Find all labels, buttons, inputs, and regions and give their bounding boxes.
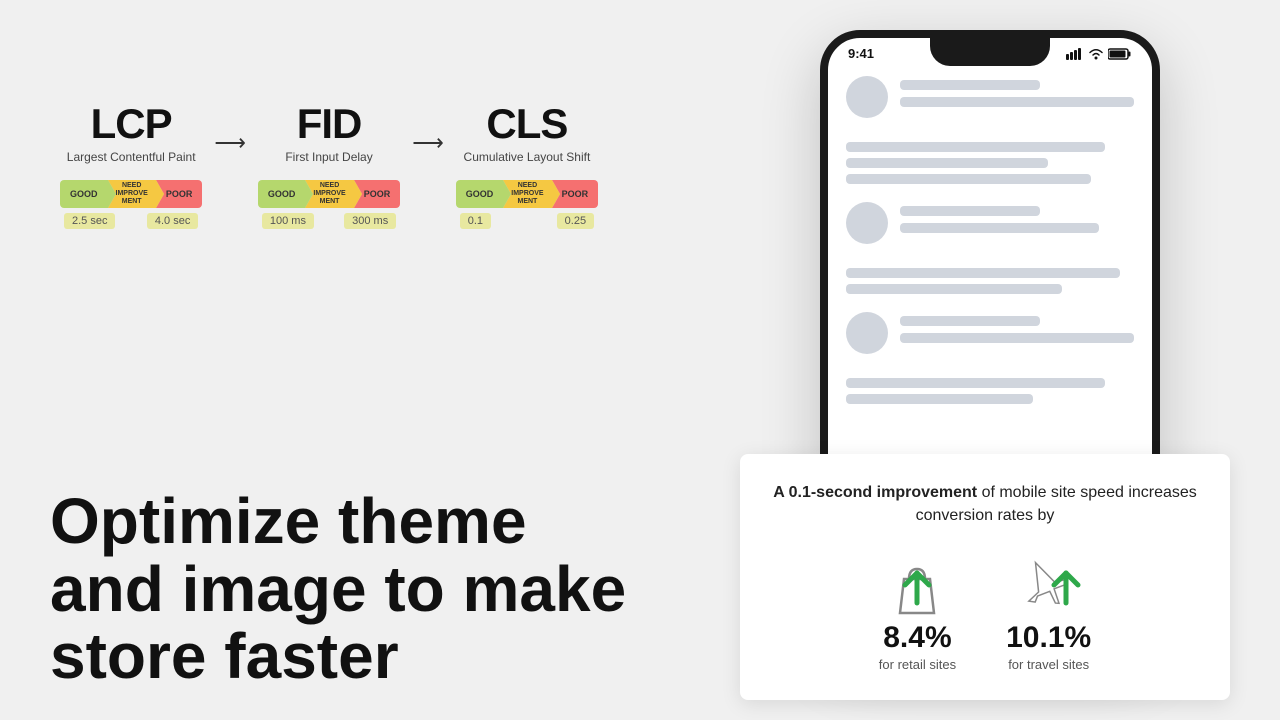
fid-abbr: FID bbox=[297, 100, 362, 148]
skeleton-lines-2 bbox=[900, 206, 1134, 240]
travel-label: for travel sites bbox=[1008, 657, 1089, 672]
lcp-threshold-1: 2.5 sec bbox=[64, 213, 115, 229]
lcp-name: Largest Contentful Paint bbox=[67, 150, 196, 164]
phone-time: 9:41 bbox=[848, 46, 874, 61]
lcp-good: GOOD bbox=[60, 180, 108, 208]
travel-stat: 10.1% for travel sites bbox=[1006, 551, 1091, 672]
skeleton-block bbox=[846, 158, 1048, 168]
skeleton-block bbox=[846, 174, 1091, 184]
skeleton-line bbox=[900, 206, 1040, 216]
skeleton-line bbox=[900, 333, 1134, 343]
right-section: 9:41 bbox=[740, 0, 1240, 720]
signal-icon bbox=[1066, 48, 1084, 60]
skeleton-avatar-1 bbox=[846, 76, 888, 118]
page-headline: Optimize theme and image to make store f… bbox=[50, 488, 650, 690]
phone-content bbox=[828, 61, 1152, 437]
skeleton-lines-1 bbox=[900, 80, 1134, 114]
info-title-bold: A 0.1-second improvement bbox=[773, 484, 977, 501]
airplane-icon bbox=[1014, 551, 1084, 621]
skeleton-avatar-3 bbox=[846, 312, 888, 354]
skeleton-item-1 bbox=[846, 76, 1134, 118]
retail-stat: 8.4% for retail sites bbox=[879, 551, 956, 672]
status-icons bbox=[1066, 48, 1132, 60]
info-stats: 8.4% for retail sites 10.1% for travel s… bbox=[770, 551, 1200, 672]
cls-good: GOOD bbox=[456, 180, 504, 208]
lcp-thresholds: 2.5 sec 4.0 sec bbox=[60, 213, 202, 229]
cls-name: Cumulative Layout Shift bbox=[464, 150, 591, 164]
metrics-row: LCP Largest Contentful Paint GOOD NEEDIM… bbox=[60, 100, 680, 229]
info-card: A 0.1-second improvement of mobile site … bbox=[740, 454, 1230, 700]
fid-good: GOOD bbox=[258, 180, 306, 208]
skeleton-item-3 bbox=[846, 312, 1134, 354]
lcp-metric: LCP Largest Contentful Paint GOOD NEEDIM… bbox=[60, 100, 202, 229]
fid-threshold-2: 300 ms bbox=[344, 213, 396, 229]
cls-metric: CLS Cumulative Layout Shift GOOD NEEDIMP… bbox=[456, 100, 598, 229]
cwv-diagram: LCP Largest Contentful Paint GOOD NEEDIM… bbox=[60, 100, 680, 229]
left-section: LCP Largest Contentful Paint GOOD NEEDIM… bbox=[40, 0, 680, 720]
retail-number: 8.4% bbox=[883, 621, 951, 655]
skeleton-item-2 bbox=[846, 202, 1134, 244]
skeleton-line bbox=[900, 223, 1099, 233]
fid-threshold-1: 100 ms bbox=[262, 213, 314, 229]
cls-thresholds: 0.1 0.25 bbox=[456, 213, 598, 229]
cls-threshold-2: 0.25 bbox=[557, 213, 594, 229]
info-card-title: A 0.1-second improvement of mobile site … bbox=[770, 482, 1200, 527]
fid-thresholds: 100 ms 300 ms bbox=[258, 213, 400, 229]
phone-notch bbox=[930, 38, 1050, 66]
fid-name: First Input Delay bbox=[285, 150, 372, 164]
skeleton-avatar-2 bbox=[846, 202, 888, 244]
skeleton-line bbox=[900, 316, 1040, 326]
lcp-abbr: LCP bbox=[91, 100, 172, 148]
lcp-threshold-2: 4.0 sec bbox=[147, 213, 198, 229]
cls-threshold-1: 0.1 bbox=[460, 213, 491, 229]
shopping-bag-icon bbox=[882, 551, 952, 621]
skeleton-line bbox=[900, 97, 1134, 107]
skeleton-line bbox=[900, 80, 1040, 90]
battery-icon bbox=[1108, 48, 1132, 60]
arrow-2: ⟶ bbox=[412, 100, 444, 156]
retail-label: for retail sites bbox=[879, 657, 956, 672]
skeleton-lines-3 bbox=[900, 316, 1134, 350]
cls-abbr: CLS bbox=[486, 100, 567, 148]
travel-number: 10.1% bbox=[1006, 621, 1091, 655]
arrow-1: ⟶ bbox=[214, 100, 246, 156]
skeleton-block bbox=[846, 142, 1105, 152]
fid-metric: FID First Input Delay GOOD NEEDIMPROVEME… bbox=[258, 100, 400, 229]
wifi-icon bbox=[1088, 48, 1104, 60]
